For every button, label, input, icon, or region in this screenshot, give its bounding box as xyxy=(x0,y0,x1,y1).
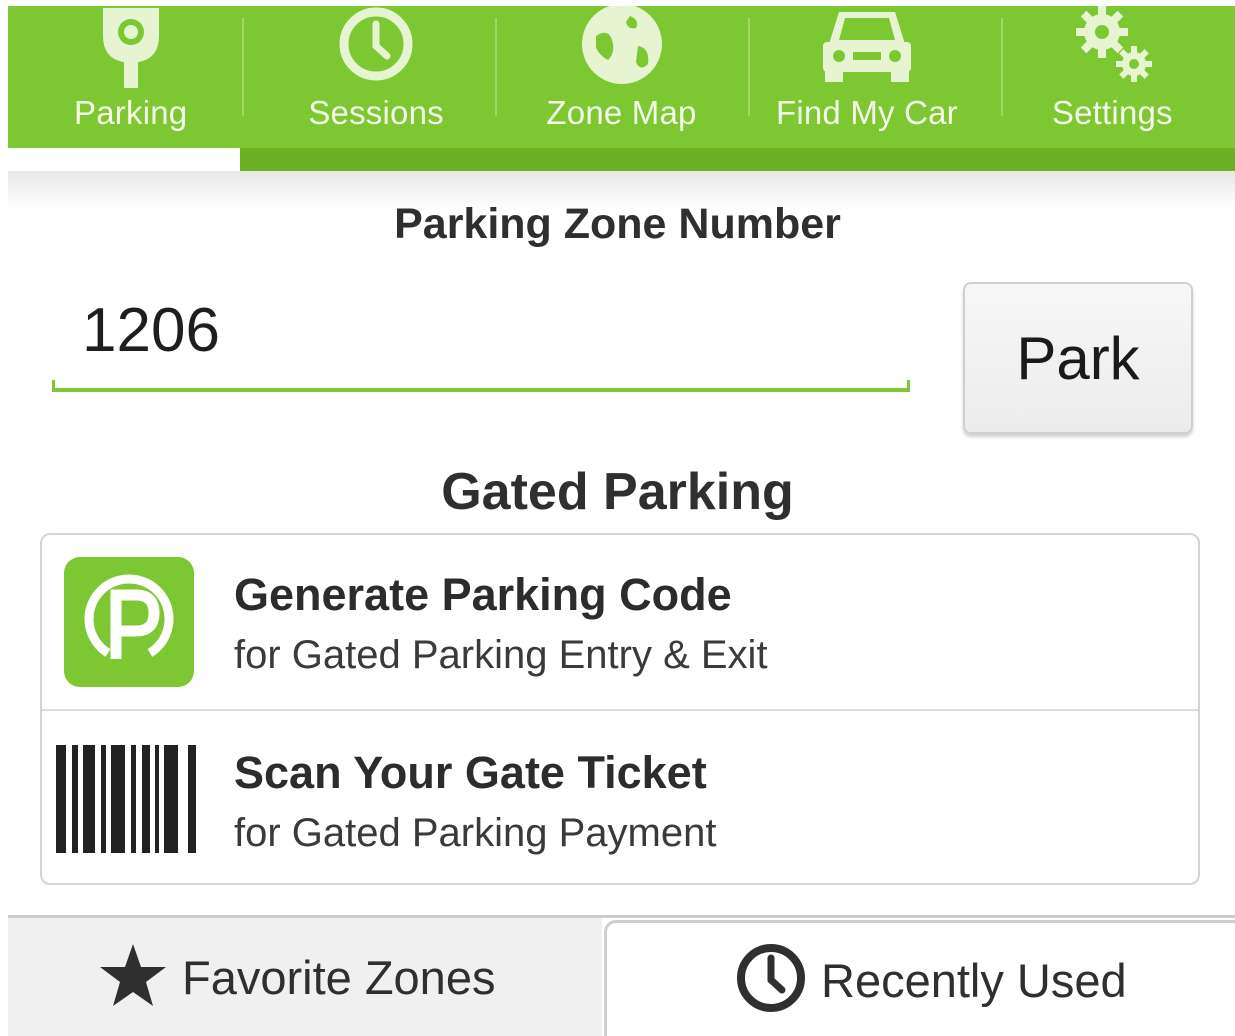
generate-parking-code-item[interactable]: Generate Parking Code for Gated Parking … xyxy=(42,535,1198,709)
tab-label: Zone Map xyxy=(546,94,697,131)
nav-divider xyxy=(495,18,497,116)
tab-recently-used[interactable]: Recently Used xyxy=(604,920,1235,1036)
top-nav: Parking Sessions Zone Map Find My Car Se… xyxy=(8,6,1235,171)
tab-label: Find My Car xyxy=(775,94,958,131)
tab-settings[interactable]: Settings xyxy=(990,6,1235,148)
zone-number-input[interactable] xyxy=(52,286,910,394)
tab-label: Parking xyxy=(74,94,188,131)
nav-tabs: Parking Sessions Zone Map Find My Car Se… xyxy=(8,6,1235,148)
item-title: Scan Your Gate Ticket xyxy=(234,747,707,798)
app-screen: Parking Sessions Zone Map Find My Car Se… xyxy=(0,0,1235,1036)
gated-title: Gated Parking xyxy=(441,463,794,521)
tab-label: Favorite Zones xyxy=(182,950,496,1004)
parking-meter-icon xyxy=(91,6,171,94)
active-tab-indicator xyxy=(8,148,240,171)
nav-divider xyxy=(1001,18,1003,116)
clock-icon xyxy=(735,942,807,1019)
zone-title: Parking Zone Number xyxy=(394,200,841,248)
item-subtitle: for Gated Parking Payment xyxy=(234,811,717,855)
tab-label: Recently Used xyxy=(821,954,1127,1007)
tab-parking[interactable]: Parking xyxy=(8,6,253,148)
item-title: Generate Parking Code xyxy=(234,569,732,620)
gears-icon xyxy=(1064,6,1160,94)
tab-label: Settings xyxy=(1051,94,1173,131)
car-icon xyxy=(817,6,917,94)
parking-p-icon xyxy=(64,557,194,687)
tab-find-my-car[interactable]: Find My Car xyxy=(744,6,989,148)
globe-icon xyxy=(578,6,666,94)
tab-label: Sessions xyxy=(308,94,444,131)
tab-favorite-zones[interactable]: Favorite Zones xyxy=(8,918,602,1036)
star-icon xyxy=(98,942,168,1013)
park-button[interactable]: Park xyxy=(963,282,1193,434)
nav-divider xyxy=(242,18,244,116)
nav-divider xyxy=(748,18,750,116)
zone-input-underline xyxy=(52,380,910,392)
scan-gate-ticket-item[interactable]: Scan Your Gate Ticket for Gated Parking … xyxy=(42,711,1198,885)
tab-zone-map[interactable]: Zone Map xyxy=(499,6,744,148)
item-subtitle: for Gated Parking Entry & Exit xyxy=(234,633,768,677)
tab-sessions[interactable]: Sessions xyxy=(253,6,498,148)
gated-parking-card: Generate Parking Code for Gated Parking … xyxy=(40,533,1200,885)
clock-icon xyxy=(335,6,417,94)
barcode-icon xyxy=(56,745,198,858)
